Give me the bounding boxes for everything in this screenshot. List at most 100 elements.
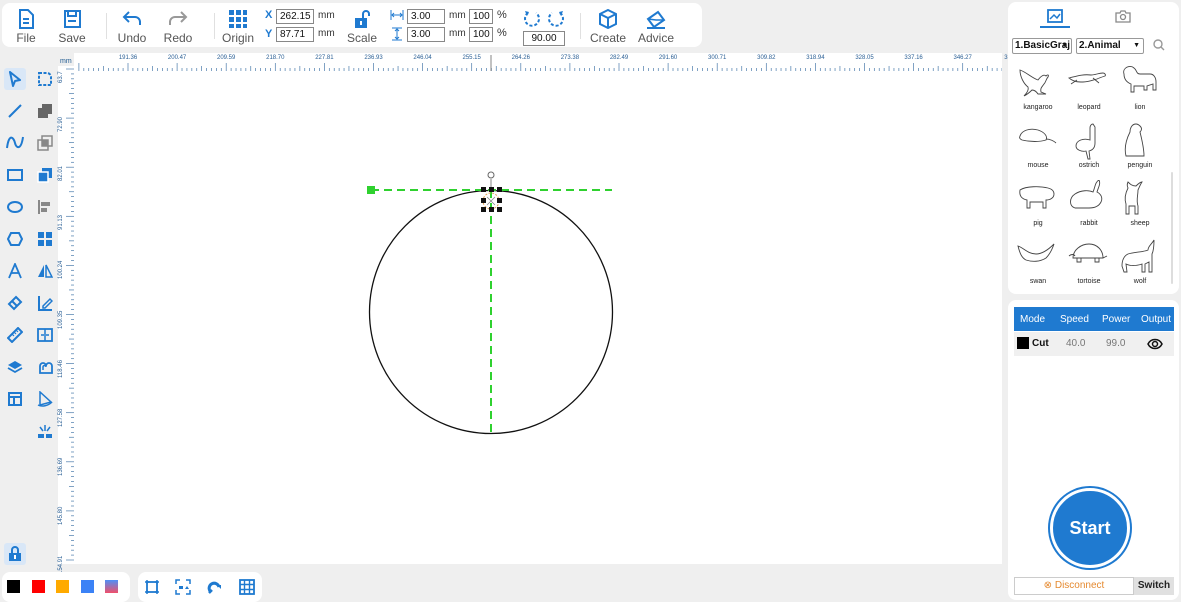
node-edit-tool[interactable] [34, 68, 56, 90]
subcategory-select[interactable]: 2.Animal ▼ [1076, 38, 1144, 54]
library-item-tortoise[interactable]: tortoise [1064, 238, 1114, 294]
tab-graphics-library[interactable] [1036, 6, 1074, 28]
resize-handle[interactable] [481, 187, 486, 192]
file-button[interactable]: File [4, 7, 48, 47]
height-percent-input[interactable]: 100 [469, 27, 493, 42]
category-select[interactable]: 1.BasicGraj ▼ [1012, 38, 1072, 54]
rotate-cw-icon[interactable] [547, 9, 565, 27]
library-scrollbar[interactable] [1171, 172, 1173, 284]
resize-handle[interactable] [481, 198, 486, 203]
library-item-kangaroo[interactable]: kangaroo [1013, 64, 1063, 120]
layer-speed[interactable]: 40.0 [1066, 338, 1085, 349]
align-tool[interactable] [34, 196, 56, 218]
advice-button[interactable]: Advice [634, 7, 678, 47]
eraser-tool[interactable] [4, 292, 26, 314]
ruler-label: 82.01 [58, 166, 64, 182]
shape-library-panel: 1.BasicGraj ▼ 2.Animal ▼ kangaroo leopard li… [1008, 2, 1179, 294]
scale-lock-button[interactable]: Scale [340, 7, 384, 47]
resize-handle[interactable] [489, 187, 494, 192]
rectangle-tool[interactable] [4, 164, 26, 186]
library-item-leopard[interactable]: leopard [1064, 64, 1114, 120]
guide-handle[interactable] [367, 186, 375, 194]
layer-power[interactable]: 99.0 [1106, 338, 1125, 349]
library-item-ostrich[interactable]: ostrich [1064, 122, 1114, 178]
ruler-label: 118.46 [58, 359, 64, 378]
switch-button[interactable]: Switch [1134, 577, 1174, 595]
y-position-input[interactable]: 87.71 [276, 27, 314, 42]
library-item-swan[interactable]: swan [1013, 238, 1063, 294]
disconnect-button[interactable]: ⊗ Disconnect [1014, 577, 1134, 595]
select-tool[interactable] [4, 68, 26, 90]
library-item-pig[interactable]: pig [1013, 180, 1063, 236]
library-item-mouse[interactable]: mouse [1013, 122, 1063, 178]
grid-icon[interactable] [239, 579, 255, 595]
path-tool[interactable] [34, 388, 56, 410]
library-item-label: wolf [1133, 278, 1147, 285]
fit-canvas-icon[interactable] [144, 579, 160, 595]
rotate-ccw-icon[interactable] [523, 9, 541, 27]
color-swatch-orange[interactable] [56, 580, 69, 593]
distribute-tool[interactable] [34, 324, 56, 346]
save-button[interactable]: Save [50, 7, 94, 47]
array-tool[interactable] [34, 228, 56, 250]
resize-handle[interactable] [497, 207, 502, 212]
create-button[interactable]: Create [586, 7, 630, 47]
resize-handle[interactable] [497, 198, 502, 203]
layers-tool[interactable] [4, 356, 26, 378]
search-icon[interactable] [1153, 39, 1165, 51]
table-row[interactable]: Cut 40.0 99.0 [1014, 332, 1174, 356]
subtract-tool[interactable] [34, 164, 56, 186]
x-position-input[interactable]: 262.15 [276, 9, 314, 24]
resize-handle[interactable] [489, 207, 494, 212]
ellipse-icon [7, 201, 23, 213]
magnet-snap-icon[interactable] [206, 579, 222, 595]
align-left-icon [38, 200, 50, 214]
ruler-tool[interactable] [4, 324, 26, 346]
layer-mode: Cut [1032, 338, 1049, 349]
rotate-handle-icon[interactable] [487, 171, 495, 179]
curve-tool[interactable] [4, 132, 26, 154]
ruler-label: 145.80 [58, 506, 64, 525]
wolf-shape-icon [1121, 239, 1155, 273]
library-item-lion[interactable]: lion [1115, 64, 1165, 120]
design-canvas[interactable] [74, 71, 1002, 564]
tab-camera[interactable] [1108, 6, 1138, 28]
height-input[interactable]: 3.00 [407, 27, 445, 42]
color-swatch-red[interactable] [32, 580, 45, 593]
fit-selection-icon[interactable] [175, 579, 191, 595]
rotation-input[interactable]: 90.00 [523, 31, 565, 46]
redo-button[interactable]: Redo [156, 7, 200, 47]
library-item-penguin[interactable]: penguin [1115, 122, 1165, 178]
laser-tool[interactable] [34, 420, 56, 442]
intersect-tool[interactable] [34, 132, 56, 154]
text-tool[interactable] [4, 260, 26, 282]
resize-handle[interactable] [481, 207, 486, 212]
layer-color-swatch[interactable] [1017, 337, 1029, 349]
union-tool[interactable] [34, 100, 56, 122]
feedback-envelope-icon [646, 10, 666, 29]
measure-edit-tool[interactable] [34, 292, 56, 314]
color-swatch-black[interactable] [7, 580, 20, 593]
offset-tool[interactable] [34, 356, 56, 378]
width-input[interactable]: 3.00 [407, 9, 445, 24]
library-item-wolf[interactable]: wolf [1115, 238, 1165, 294]
ellipse-tool[interactable] [4, 196, 26, 218]
subtract-icon [37, 168, 52, 183]
start-button[interactable]: Start [1050, 488, 1130, 568]
file-label: File [16, 31, 36, 45]
lock-button[interactable] [4, 543, 26, 565]
layout-tool[interactable] [4, 388, 26, 410]
library-item-sheep[interactable]: sheep [1115, 180, 1165, 236]
line-tool[interactable] [4, 100, 26, 122]
resize-handle[interactable] [497, 187, 502, 192]
width-percent-input[interactable]: 100 [469, 9, 493, 24]
undo-button[interactable]: Undo [110, 7, 154, 47]
polygon-tool[interactable] [4, 228, 26, 250]
y-unit: mm [318, 28, 335, 39]
eye-icon[interactable] [1147, 338, 1163, 350]
color-swatch-gradient[interactable] [105, 580, 118, 593]
mirror-tool[interactable] [34, 260, 56, 282]
color-swatch-blue[interactable] [81, 580, 94, 593]
origin-button[interactable]: Origin [216, 7, 260, 47]
library-item-rabbit[interactable]: rabbit [1064, 180, 1114, 236]
